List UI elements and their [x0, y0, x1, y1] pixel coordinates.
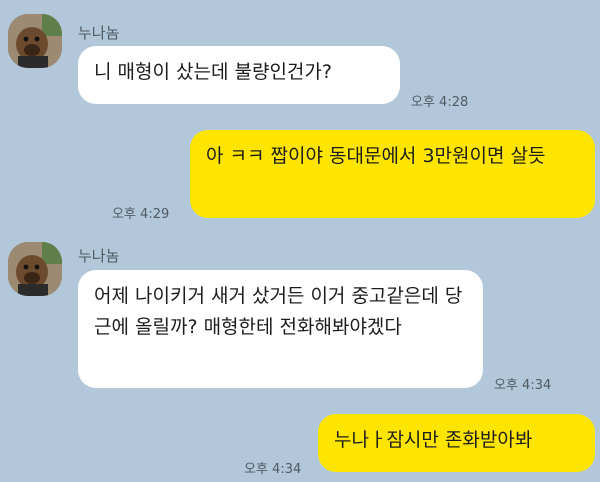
- profile-photo-icon: [8, 242, 62, 296]
- sender-name: 누나놈: [78, 247, 120, 265]
- avatar[interactable]: [8, 14, 62, 68]
- message-bubble-outgoing[interactable]: 아 ㅋㅋ 짭이야 동대문에서 3만원이면 살듯: [190, 130, 595, 218]
- message-time: 오후 4:34: [494, 378, 552, 393]
- message-bubble-outgoing[interactable]: 누나ㅏ잠시만 존화받아봐: [318, 414, 595, 472]
- message-time: 오후 4:29: [112, 207, 170, 222]
- profile-photo-icon: [8, 14, 62, 68]
- message-bubble-incoming[interactable]: 니 매형이 샀는데 불량인건가?: [78, 46, 400, 104]
- message-time: 오후 4:28: [411, 95, 469, 110]
- sender-name: 누나놈: [78, 24, 120, 42]
- avatar[interactable]: [8, 242, 62, 296]
- message-bubble-incoming[interactable]: 어제 나이키거 새거 샀거든 이거 중고같은데 당근에 올릴까? 매형한테 전화…: [78, 270, 483, 388]
- message-time: 오후 4:34: [244, 462, 302, 477]
